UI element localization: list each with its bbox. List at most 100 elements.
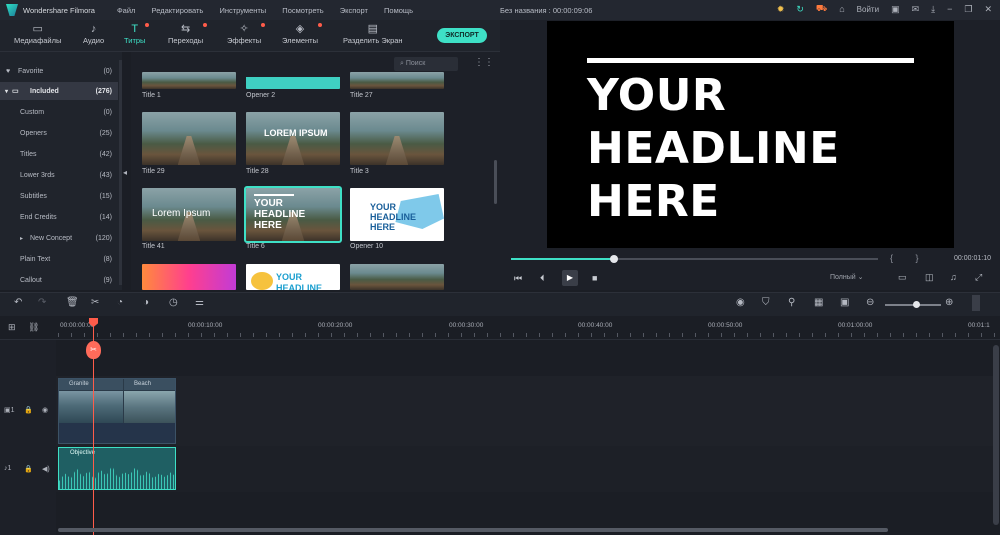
sidebar-item-custom[interactable]: Custom (0) <box>0 103 118 121</box>
title-thumbnail-selected[interactable]: YOUR HEADLINE HERE <box>244 186 342 243</box>
video-track-icon: ▣1 <box>4 407 15 414</box>
bulb-icon[interactable]: ✹ <box>777 4 785 15</box>
grid-view-icon[interactable]: ⋮⋮ <box>474 57 494 68</box>
minimize-icon[interactable]: − <box>947 4 952 14</box>
delete-icon[interactable]: 🗑 <box>66 297 79 308</box>
eye-icon[interactable]: ◉ <box>42 406 48 414</box>
save-icon[interactable]: ▣ <box>891 4 900 15</box>
sidebar-item-subtitles[interactable]: Subtitles (15) <box>0 187 118 205</box>
download-icon[interactable]: ⤓ <box>931 4 935 15</box>
menu-file[interactable]: Файл <box>117 6 135 15</box>
sidebar-item-new-concept[interactable]: ▸ New Concept (120) <box>0 229 118 247</box>
stop-icon[interactable]: ■ <box>592 273 597 283</box>
mail-icon[interactable]: ✉ <box>912 4 920 15</box>
speaker-icon[interactable]: ◀) <box>42 465 50 473</box>
prev-frame-icon[interactable]: ⏮ <box>514 273 522 284</box>
menu-tools[interactable]: Инструменты <box>219 6 266 15</box>
title-thumbnail[interactable]: Lorem Ipsum <box>142 188 236 241</box>
speed-icon[interactable]: ◔ <box>117 297 123 308</box>
tab-media[interactable]: ▭ Медиафайлы <box>14 22 61 45</box>
redo-icon[interactable]: ↷ <box>38 297 46 308</box>
timeline-hscrollbar[interactable] <box>58 528 888 532</box>
voiceover-icon[interactable]: ⚲ <box>788 297 795 308</box>
timeline-vscrollbar[interactable] <box>993 345 999 525</box>
panel-toggle-icon[interactable] <box>972 295 980 311</box>
search-input[interactable]: ⌕ Поиск <box>394 57 458 71</box>
close-icon[interactable]: ✕ <box>984 4 992 15</box>
sidebar-item-favorite[interactable]: ♥ Favorite (0) <box>0 62 118 80</box>
preview-headline: YOUR HEADLINE HERE <box>587 70 840 227</box>
sidebar-item-titles[interactable]: Titles (42) <box>0 145 118 163</box>
thumbnail-label: Title 3 <box>350 168 369 175</box>
title-thumbnail[interactable] <box>246 72 340 89</box>
library-scrollbar[interactable] <box>494 160 497 204</box>
sidebar-item-plain-text[interactable]: Plain Text (8) <box>0 250 118 268</box>
maximize-icon[interactable]: ❐ <box>964 4 972 15</box>
title-thumbnail[interactable]: LOREM IPSUM <box>246 112 340 165</box>
link-icon[interactable]: ⛓ <box>28 322 39 333</box>
tab-split-screen[interactable]: ▤ Разделить Экран <box>343 22 403 45</box>
menu-export[interactable]: Экспорт <box>340 6 368 15</box>
display-icon[interactable]: ▭ <box>898 272 907 283</box>
tab-titles[interactable]: T Титры <box>124 22 150 45</box>
volume-icon[interactable]: ♫ <box>950 272 957 282</box>
menu-edit[interactable]: Редактировать <box>152 6 204 15</box>
menu-view[interactable]: Посмотреть <box>282 6 323 15</box>
audio-track[interactable] <box>56 446 994 492</box>
lock-icon[interactable]: 🔒 <box>24 406 33 414</box>
tab-transitions[interactable]: ⇆ Переходы <box>168 22 208 45</box>
step-back-icon[interactable]: ⏴ <box>540 273 545 284</box>
progress-knob[interactable] <box>609 255 618 263</box>
cart-icon[interactable]: ⛟ <box>816 3 827 15</box>
timer-icon[interactable]: ◷ <box>169 297 178 308</box>
sidebar-item-included[interactable]: ▾ ▭ Included (276) <box>0 82 118 100</box>
title-thumbnail[interactable] <box>142 112 236 165</box>
tab-effects[interactable]: ✧ Эффекты <box>227 22 266 45</box>
cut-icon[interactable]: ✂ <box>91 297 99 308</box>
zoom-out-icon[interactable]: ⊖ <box>866 297 874 308</box>
zoom-in-icon[interactable]: ⊕ <box>945 297 953 308</box>
login-button[interactable]: Войти <box>857 5 879 14</box>
title-thumbnail[interactable]: YOUR HEADLINE <box>246 264 340 290</box>
quality-select[interactable]: Полный ⌄ <box>830 273 864 281</box>
fullscreen-icon[interactable]: ⤢ <box>975 272 982 283</box>
sidebar-item-end-credits[interactable]: End Credits (14) <box>0 208 118 226</box>
render-icon[interactable]: ◉ <box>736 297 745 308</box>
menu-help[interactable]: Помощь <box>384 6 413 15</box>
play-button[interactable]: ▶ <box>562 270 578 286</box>
lock-icon[interactable]: 🔒 <box>24 465 33 473</box>
tab-elements[interactable]: ◈ Элементы <box>282 22 322 45</box>
zoom-slider[interactable] <box>885 301 941 308</box>
video-track[interactable] <box>56 376 994 446</box>
audio-mixer-icon[interactable]: ⚌ <box>195 297 204 308</box>
title-thumbnail[interactable] <box>350 112 444 165</box>
title-thumbnail[interactable] <box>350 72 444 89</box>
preview-progress-bar[interactable] <box>511 255 878 263</box>
sidebar-item-openers[interactable]: Openers (25) <box>0 124 118 142</box>
snapshot-icon[interactable]: ◫ <box>925 272 934 283</box>
gift-icon[interactable]: ⌂ <box>839 4 844 14</box>
caption-icon[interactable]: ▣ <box>840 297 849 308</box>
sidebar-item-lower-3rds[interactable]: Lower 3rds (43) <box>0 166 118 184</box>
title-thumbnail[interactable] <box>142 72 236 89</box>
elements-icon: ◈ <box>295 23 305 35</box>
undo-icon[interactable]: ↶ <box>14 297 22 308</box>
title-thumbnail[interactable]: YOUR HEADLINE HERE <box>350 188 444 241</box>
title-thumbnail[interactable] <box>142 264 236 290</box>
collapse-sidebar-icon[interactable]: ◂ <box>123 168 127 177</box>
title-thumbnail[interactable] <box>350 264 444 290</box>
sidebar-scrollbar[interactable] <box>119 60 122 285</box>
refresh-icon[interactable]: ↻ <box>796 4 804 15</box>
scissors-icon[interactable]: ✂ <box>86 341 101 359</box>
zoom-slider-knob[interactable] <box>913 301 920 308</box>
snapshot-tl-icon[interactable]: ▦ <box>814 297 823 308</box>
add-track-icon[interactable]: ⊞ <box>8 322 16 333</box>
export-button[interactable]: ЭКСПОРТ <box>437 28 487 43</box>
mark-in-out-brackets[interactable]: { } <box>890 253 929 263</box>
color-icon[interactable]: ◑ <box>143 297 149 308</box>
tab-audio[interactable]: ♪ Аудио <box>83 22 104 45</box>
sidebar-item-callout[interactable]: Callout (9) <box>0 271 118 289</box>
audio-clip[interactable]: Objective <box>58 447 176 490</box>
marker-icon[interactable]: ⛉ <box>762 297 770 308</box>
video-clip[interactable]: Granite Beach <box>58 378 176 444</box>
